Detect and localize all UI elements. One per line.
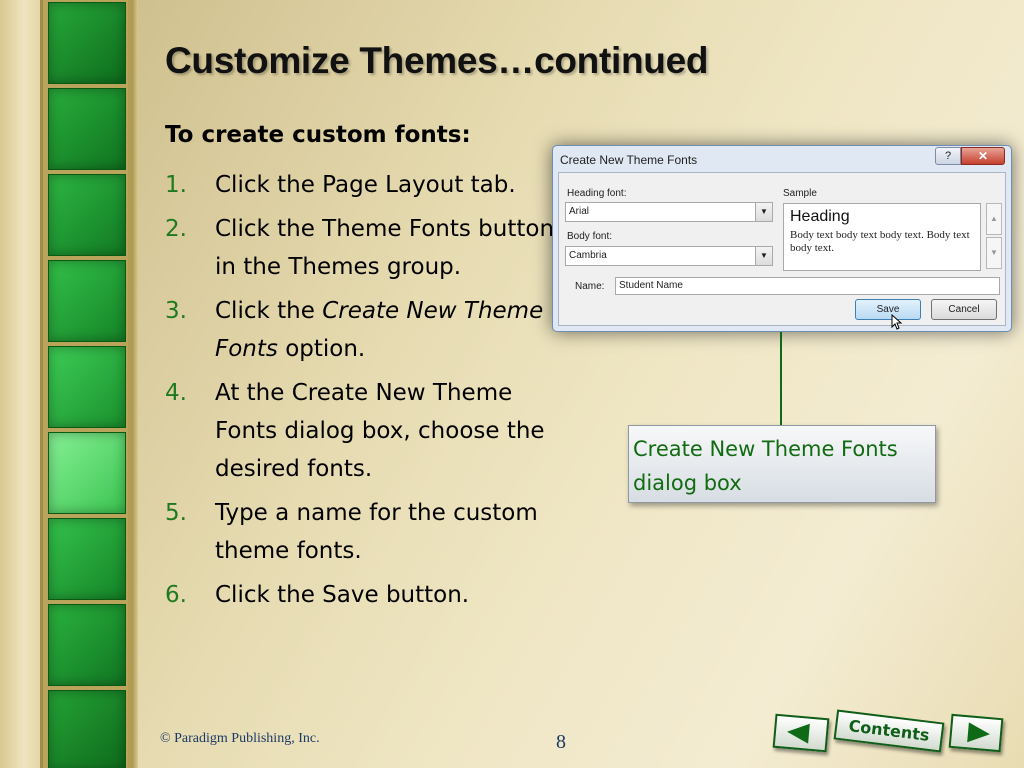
tile: [48, 604, 126, 686]
step-item: 4. At the Create New Theme Fonts dialog …: [165, 374, 555, 488]
arrow-left-icon: [787, 723, 810, 744]
left-edge-decoration: [0, 0, 40, 768]
step-text-before: Click the: [215, 298, 323, 324]
tile: [48, 260, 126, 342]
step-number: 5.: [165, 500, 187, 526]
callout-connector: [780, 332, 782, 425]
save-button[interactable]: Save: [855, 299, 921, 320]
step-item: 1. Click the Page Layout tab.: [165, 166, 555, 204]
steps-list: 1. Click the Page Layout tab. 2. Click t…: [165, 166, 555, 620]
heading-font-select[interactable]: Arial ▼: [565, 202, 773, 222]
next-slide-button[interactable]: [948, 713, 1004, 753]
tile: [48, 174, 126, 256]
previous-slide-button[interactable]: [772, 713, 830, 753]
dialog-window-buttons: ? ✕: [935, 147, 1005, 165]
step-text: Click the Theme Fonts button in the Them…: [215, 216, 555, 280]
help-button[interactable]: ?: [935, 147, 961, 165]
dialog-title: Create New Theme Fonts: [560, 153, 698, 167]
dialog-body: Heading font: Arial ▼ Body font: Cambria…: [558, 172, 1006, 330]
copyright: © Paradigm Publishing, Inc.: [160, 731, 320, 746]
subheading: To create custom fonts:: [165, 122, 471, 148]
contents-button[interactable]: Contents: [833, 709, 945, 753]
step-number: 2.: [165, 216, 187, 242]
name-input[interactable]: Student Name: [615, 277, 1000, 295]
chevron-down-icon[interactable]: ▼: [755, 203, 772, 221]
tile: [48, 690, 126, 768]
gold-rail: [132, 0, 138, 768]
sample-label: Sample: [783, 188, 817, 199]
scroll-up-icon[interactable]: ▲: [986, 203, 1002, 235]
cancel-button[interactable]: Cancel: [931, 299, 997, 320]
chevron-down-icon[interactable]: ▼: [755, 247, 772, 265]
page-number: 8: [556, 731, 566, 753]
body-font-select[interactable]: Cambria ▼: [565, 246, 773, 266]
step-number: 6.: [165, 582, 187, 608]
green-tile-column: [40, 0, 132, 768]
step-text: Click the Page Layout tab.: [215, 172, 516, 198]
tile: [48, 518, 126, 600]
step-item: 3. Click the Create New Theme Fonts opti…: [165, 292, 555, 368]
tile: [48, 346, 126, 428]
name-label: Name:: [575, 281, 605, 292]
body-font-label: Body font:: [567, 231, 613, 242]
sample-preview: Heading Body text body text body text. B…: [783, 203, 981, 271]
step-text: Click the Create New Theme Fonts option.: [215, 292, 555, 368]
arrow-right-icon: [967, 722, 990, 743]
step-text: Click the Save button.: [215, 582, 470, 608]
heading-font-label: Heading font:: [567, 188, 627, 199]
create-theme-fonts-dialog: Create New Theme Fonts ? ✕ Heading font:…: [552, 145, 1012, 332]
body-font-value: Cambria: [569, 250, 607, 261]
mouse-cursor-icon: [891, 314, 903, 330]
step-item: 6. Click the Save button.: [165, 576, 555, 614]
sample-body: Body text body text body text. Body text…: [790, 229, 970, 254]
tile: [48, 2, 126, 84]
slide-title: Customize Themes…continued: [165, 40, 709, 81]
step-number: 4.: [165, 380, 187, 406]
tile-highlight: [48, 432, 126, 514]
dialog-callout: Create New Theme Fonts dialog box: [628, 425, 936, 503]
step-number: 3.: [165, 298, 187, 324]
sample-heading: Heading: [790, 208, 850, 225]
tile: [48, 88, 126, 170]
step-item: 2. Click the Theme Fonts button in the T…: [165, 210, 555, 286]
heading-font-value: Arial: [569, 206, 590, 217]
step-text-after: option.: [277, 336, 366, 362]
step-text: Type a name for the custom theme fonts.: [215, 500, 538, 564]
scroll-down-icon[interactable]: ▼: [986, 237, 1002, 269]
step-item: 5. Type a name for the custom theme font…: [165, 494, 555, 570]
step-text: At the Create New Theme Fonts dialog box…: [215, 380, 545, 482]
close-button[interactable]: ✕: [961, 147, 1005, 165]
step-number: 1.: [165, 172, 187, 198]
